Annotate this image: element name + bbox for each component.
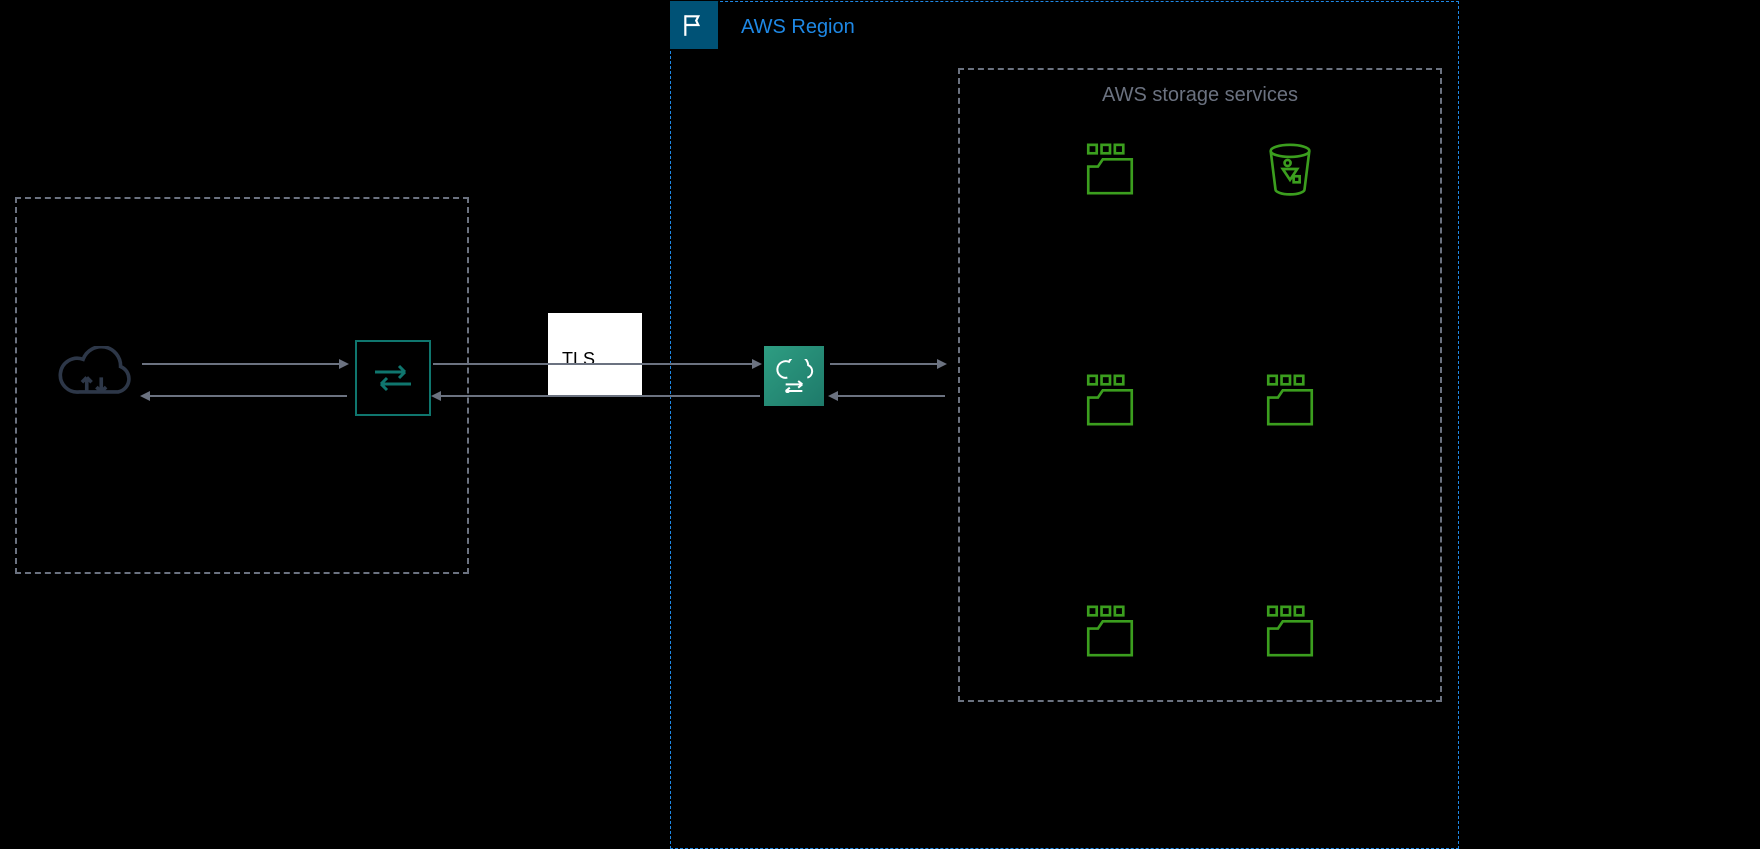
s3-bucket-icon bbox=[1261, 140, 1319, 198]
storage-services-grid bbox=[1020, 140, 1380, 660]
cloud-sync-icon bbox=[55, 346, 133, 404]
flag-icon bbox=[670, 1, 718, 49]
storage-services-label: AWS storage services bbox=[960, 70, 1440, 107]
diagram-canvas: AWS Region AWS storage services bbox=[0, 0, 1760, 849]
arrow bbox=[830, 395, 945, 397]
region-label: AWS Region bbox=[741, 16, 855, 39]
fsx-icon bbox=[1261, 602, 1319, 660]
aws-region-box: AWS Region AWS storage services bbox=[670, 1, 1459, 849]
fsx-icon bbox=[1081, 140, 1139, 198]
fsx-icon bbox=[1261, 371, 1319, 429]
arrow bbox=[142, 395, 347, 397]
datasync-agent-icon bbox=[355, 340, 431, 416]
tls-label: TLS bbox=[562, 349, 595, 370]
tls-label-box: TLS bbox=[548, 313, 642, 397]
arrow bbox=[433, 363, 760, 365]
fsx-icon bbox=[1081, 602, 1139, 660]
arrow bbox=[830, 363, 945, 365]
arrow bbox=[142, 363, 347, 365]
datasync-service-icon bbox=[764, 346, 824, 406]
fsx-icon bbox=[1081, 371, 1139, 429]
storage-services-box: AWS storage services bbox=[958, 68, 1442, 702]
arrow bbox=[433, 395, 760, 397]
